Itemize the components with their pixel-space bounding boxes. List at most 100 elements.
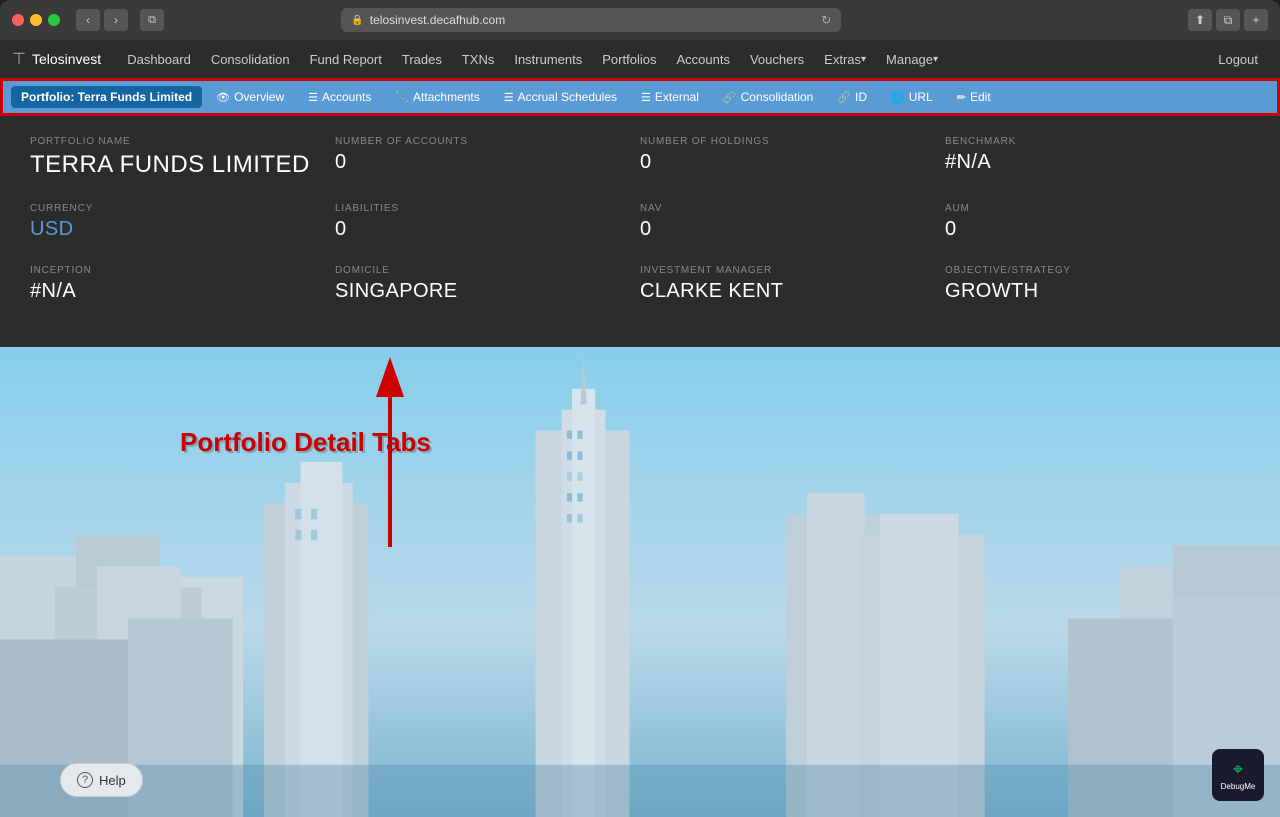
holdings-label: NUMBER OF HOLDINGS bbox=[640, 136, 945, 147]
tab-overview[interactable]: 👁 Overview bbox=[206, 86, 294, 108]
nav-portfolios[interactable]: Portfolios bbox=[592, 40, 666, 78]
attachments-icon: 📎 bbox=[395, 91, 409, 104]
nav-instruments[interactable]: Instruments bbox=[504, 40, 592, 78]
nav-accounts[interactable]: Accounts bbox=[666, 40, 739, 78]
consolidation-tab-icon: 🔗 bbox=[723, 91, 737, 104]
aum-cell: AUM 0 bbox=[945, 203, 1250, 241]
top-nav: ⊤ Telosinvest Dashboard Consolidation Fu… bbox=[0, 40, 1280, 78]
currency-label: CURRENCY bbox=[30, 203, 335, 214]
aum-label: AUM bbox=[945, 203, 1250, 214]
debugme-label: DebugMe bbox=[1221, 782, 1256, 791]
help-label: Help bbox=[99, 773, 126, 788]
tab-bar-wrapper: Portfolio: Terra Funds Limited 👁 Overvie… bbox=[0, 78, 1280, 116]
browser-dots bbox=[12, 14, 60, 26]
nav-cell: NAV 0 bbox=[640, 203, 945, 241]
annotation-text: Portfolio Detail Tabs bbox=[180, 427, 431, 458]
brand: ⊤ Telosinvest bbox=[12, 49, 101, 69]
liabilities-value: 0 bbox=[335, 218, 640, 241]
aum-value: 0 bbox=[945, 218, 1250, 241]
accounts-value: 0 bbox=[335, 151, 640, 174]
maximize-dot[interactable] bbox=[48, 14, 60, 26]
help-button[interactable]: ? Help bbox=[60, 763, 143, 797]
benchmark-label: BENCHMARK bbox=[945, 136, 1250, 147]
brand-name: Telosinvest bbox=[32, 51, 101, 67]
benchmark-value: #N/A bbox=[945, 151, 1250, 174]
currency-value: USD bbox=[30, 218, 335, 241]
tab-accrual-schedules[interactable]: ☰ Accrual Schedules bbox=[494, 86, 627, 108]
tab-external[interactable]: ☰ External bbox=[631, 86, 709, 108]
nav-manage[interactable]: Manage bbox=[876, 40, 948, 78]
minimize-dot[interactable] bbox=[30, 14, 42, 26]
address-bar: 🔒 telosinvest.decafhub.com ↻ bbox=[341, 8, 841, 32]
investment-manager-cell: INVESTMENT MANAGER CLARKE KENT bbox=[640, 265, 945, 303]
portfolio-name-value: TERRA FUNDS LIMITED bbox=[30, 151, 335, 179]
new-tab-button[interactable]: + bbox=[1244, 9, 1268, 31]
cityscape-svg bbox=[0, 347, 1280, 817]
domicile-value: SINGAPORE bbox=[335, 280, 640, 303]
url-text: telosinvest.decafhub.com bbox=[370, 13, 505, 27]
tab-bar: Portfolio: Terra Funds Limited 👁 Overvie… bbox=[0, 78, 1280, 116]
debugme-badge[interactable]: ⌖ DebugMe bbox=[1212, 749, 1264, 801]
strategy-value: GROWTH bbox=[945, 280, 1250, 303]
portfolio-label-tab[interactable]: Portfolio: Terra Funds Limited bbox=[11, 86, 202, 108]
share-button[interactable]: ⬆ bbox=[1188, 9, 1212, 31]
domicile-cell: DOMICILE SINGAPORE bbox=[335, 265, 640, 303]
reload-button[interactable]: ↻ bbox=[821, 13, 831, 27]
investment-manager-label: INVESTMENT MANAGER bbox=[640, 265, 945, 276]
nav-extras[interactable]: Extras bbox=[814, 40, 876, 78]
accounts-cell: NUMBER OF ACCOUNTS 0 bbox=[335, 136, 640, 179]
tab-url[interactable]: 🌐 URL bbox=[881, 86, 943, 108]
help-circle-icon: ? bbox=[77, 772, 93, 788]
nav-consolidation[interactable]: Consolidation bbox=[201, 40, 300, 78]
datasources-cell-2 bbox=[30, 287, 335, 327]
nav-vouchers[interactable]: Vouchers bbox=[740, 40, 814, 78]
tab-view-button[interactable]: ⧉ bbox=[1216, 9, 1240, 31]
accounts-icon: ☰ bbox=[308, 91, 318, 104]
annotation-container: Portfolio Detail Tabs bbox=[180, 427, 431, 458]
portfolio-name-label: PORTFOLIO NAME bbox=[30, 136, 335, 147]
liabilities-cell: LIABILITIES 0 bbox=[335, 203, 640, 241]
strategy-label: OBJECTIVE/STRATEGY bbox=[945, 265, 1250, 276]
url-icon: 🌐 bbox=[891, 91, 905, 104]
tab-id[interactable]: 🔗 ID bbox=[827, 86, 877, 108]
hero-area: Portfolio Detail Tabs ? Help ⌖ DebugMe bbox=[0, 347, 1280, 817]
nav-value: 0 bbox=[640, 218, 945, 241]
overview-icon: 👁 bbox=[216, 91, 230, 104]
portfolio-name-cell: PORTFOLIO NAME TERRA FUNDS LIMITED bbox=[30, 136, 335, 179]
nav-links: Dashboard Consolidation Fund Report Trad… bbox=[117, 40, 1268, 78]
nav-logout[interactable]: Logout bbox=[1208, 40, 1268, 78]
portfolio-info: PORTFOLIO NAME TERRA FUNDS LIMITED NUMBE… bbox=[0, 116, 1280, 347]
nav-trades[interactable]: Trades bbox=[392, 40, 452, 78]
browser-nav: ‹ › bbox=[76, 9, 128, 31]
domicile-label: DOMICILE bbox=[335, 265, 640, 276]
edit-icon: ✏ bbox=[957, 91, 966, 104]
nav-txns[interactable]: TXNs bbox=[452, 40, 505, 78]
strategy-cell: OBJECTIVE/STRATEGY GROWTH bbox=[945, 265, 1250, 303]
nav-label: NAV bbox=[640, 203, 945, 214]
debugme-icon: ⌖ bbox=[1233, 759, 1243, 780]
brand-icon: ⊤ bbox=[12, 49, 26, 69]
browser-chrome: ‹ › ⧉ 🔒 telosinvest.decafhub.com ↻ ⬆ ⧉ + bbox=[0, 0, 1280, 40]
browser-actions: ⬆ ⧉ + bbox=[1188, 9, 1268, 31]
currency-cell: CURRENCY USD bbox=[30, 203, 335, 241]
tab-edit[interactable]: ✏ Edit bbox=[947, 86, 1001, 108]
tab-accounts[interactable]: ☰ Accounts bbox=[298, 86, 381, 108]
benchmark-cell: BENCHMARK #N/A bbox=[945, 136, 1250, 179]
back-button[interactable]: ‹ bbox=[76, 9, 100, 31]
nav-fund-report[interactable]: Fund Report bbox=[300, 40, 392, 78]
holdings-value: 0 bbox=[640, 151, 945, 174]
inception-label: INCEPTION bbox=[30, 265, 335, 276]
tab-consolidation[interactable]: 🔗 Consolidation bbox=[713, 86, 823, 108]
external-icon: ☰ bbox=[641, 91, 651, 104]
close-dot[interactable] bbox=[12, 14, 24, 26]
accrual-icon: ☰ bbox=[504, 91, 514, 104]
lock-icon: 🔒 bbox=[351, 15, 363, 26]
holdings-cell: NUMBER OF HOLDINGS 0 bbox=[640, 136, 945, 179]
nav-dashboard[interactable]: Dashboard bbox=[117, 40, 201, 78]
forward-button[interactable]: › bbox=[104, 9, 128, 31]
sidebar-toggle-button[interactable]: ⧉ bbox=[140, 9, 164, 31]
app-wrapper: ⊤ Telosinvest Dashboard Consolidation Fu… bbox=[0, 40, 1280, 817]
liabilities-label: LIABILITIES bbox=[335, 203, 640, 214]
id-icon: 🔗 bbox=[837, 91, 851, 104]
tab-attachments[interactable]: 📎 Attachments bbox=[385, 86, 489, 108]
